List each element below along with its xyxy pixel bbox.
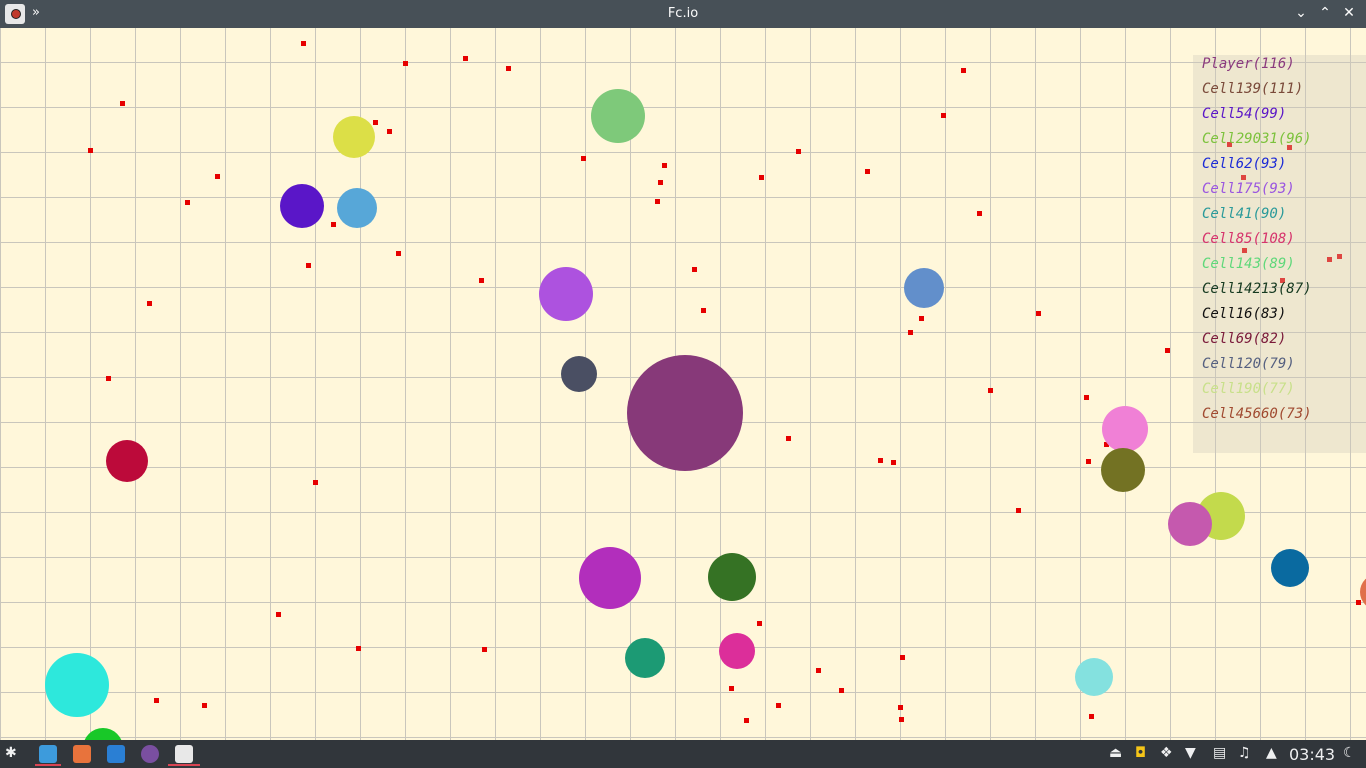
kde-launcher-icon[interactable]: ✱ — [5, 745, 21, 761]
cell — [561, 356, 597, 392]
active-window-indicator — [168, 764, 200, 766]
cell — [1075, 658, 1113, 696]
cell — [83, 728, 123, 740]
cell — [1168, 502, 1212, 546]
cell — [708, 553, 756, 601]
night-mode-icon[interactable]: ☾ — [1343, 745, 1356, 761]
leaderboard-entry: Cell62(93) — [1202, 156, 1287, 172]
cell — [106, 440, 148, 482]
dropbox-icon[interactable]: ❖ — [1160, 745, 1173, 761]
volume-icon[interactable]: ♫ — [1238, 745, 1251, 761]
window-title: Fc.io — [667, 6, 699, 21]
cells-layer — [0, 28, 1366, 740]
cell — [625, 638, 665, 678]
ghost-icon[interactable]: ◘ — [1135, 745, 1146, 761]
leaderboard-entry: Player(116) — [1202, 56, 1295, 72]
cell — [337, 188, 377, 228]
leaderboard-entry: Cell190(77) — [1202, 381, 1295, 397]
leaderboard-entry: Cell14213(87) — [1202, 281, 1312, 297]
cell — [539, 267, 593, 321]
cell — [1271, 549, 1309, 587]
taskbar: ✱ ⏏ ◘ ❖ ▼ ▤ ♫ ▲ 03:43 ☾ — [0, 740, 1366, 768]
tray-expand-icon[interactable]: ▲ — [1266, 745, 1277, 761]
writer-icon[interactable] — [107, 745, 125, 763]
leaderboard-entry: Cell120(79) — [1202, 356, 1295, 372]
minimize-button[interactable]: ⌄ — [1292, 5, 1310, 21]
player-cell — [627, 355, 743, 471]
cell — [280, 184, 324, 228]
leaderboard: Player(116) Cell139(111) Cell54(99) Cell290… — [1193, 55, 1366, 453]
leaderboard-entry: Cell41(90) — [1202, 206, 1287, 222]
leaderboard-entry: Cell29031(96) — [1202, 131, 1312, 147]
cell — [591, 89, 645, 143]
brave-browser-icon[interactable] — [73, 745, 91, 763]
cell — [1101, 448, 1145, 492]
cell — [719, 633, 755, 669]
fcio-app-icon[interactable] — [175, 745, 193, 763]
leaderboard-entry: Cell16(83) — [1202, 306, 1287, 322]
file-manager-icon[interactable] — [39, 745, 57, 763]
wifi-icon[interactable]: ▼ — [1185, 745, 1196, 761]
maximize-button[interactable]: ⌃ — [1316, 5, 1334, 21]
tor-browser-icon[interactable] — [141, 745, 159, 763]
clock[interactable]: 03:43 — [1289, 745, 1335, 764]
cell — [579, 547, 641, 609]
close-button[interactable]: ✕ — [1340, 5, 1358, 21]
leaderboard-entry: Cell175(93) — [1202, 181, 1295, 197]
cell — [1102, 406, 1148, 452]
cell — [333, 116, 375, 158]
cell — [904, 268, 944, 308]
cell — [45, 653, 109, 717]
eject-icon[interactable]: ⏏ — [1109, 745, 1122, 761]
window-titlebar: » Fc.io ⌄ ⌃ ✕ — [0, 0, 1366, 28]
leaderboard-entry: Cell139(111) — [1202, 81, 1304, 97]
leaderboard-entry: Cell85(108) — [1202, 231, 1295, 247]
leaderboard-entry: Cell54(99) — [1202, 106, 1287, 122]
leaderboard-entry: Cell143(89) — [1202, 256, 1295, 272]
leaderboard-entry: Cell45660(73) — [1202, 406, 1312, 422]
clipboard-icon[interactable]: ▤ — [1213, 745, 1226, 761]
leaderboard-entry: Cell69(82) — [1202, 331, 1287, 347]
game-board[interactable]: Player(116) Cell139(111) Cell54(99) Cell290… — [0, 28, 1366, 740]
cell — [1360, 574, 1366, 610]
active-task-indicator — [35, 764, 61, 766]
